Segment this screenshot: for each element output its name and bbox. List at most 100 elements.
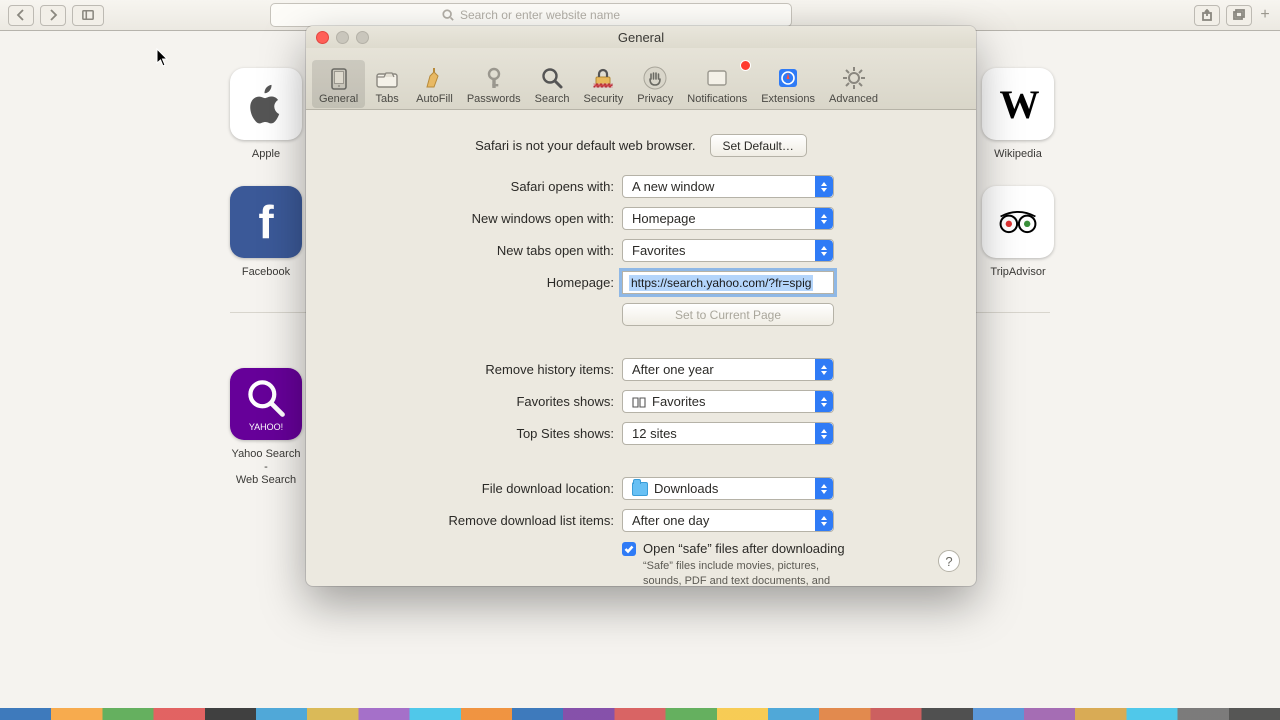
sidebar-button[interactable] <box>72 5 104 26</box>
key-icon <box>479 64 509 92</box>
tab-general[interactable]: General <box>312 60 365 108</box>
window-title: General <box>306 30 976 45</box>
chevron-updown-icon <box>815 359 833 380</box>
titlebar[interactable]: General <box>306 26 976 48</box>
lock-icon <box>588 64 618 92</box>
select-value: A new window <box>632 179 714 194</box>
tab-label: Search <box>535 93 570 105</box>
select-value: Downloads <box>654 481 718 496</box>
book-icon <box>632 396 646 407</box>
search-icon <box>442 9 454 21</box>
tab-search[interactable]: Search <box>528 60 577 108</box>
tab-notifications[interactable]: Notifications <box>680 60 754 108</box>
notifications-icon <box>702 64 732 92</box>
share-button[interactable] <box>1194 5 1220 26</box>
new-tabs-label: New tabs open with: <box>334 243 614 258</box>
dock[interactable] <box>0 708 1280 720</box>
tab-label: Tabs <box>376 93 399 105</box>
favorite-facebook[interactable]: f Facebook <box>230 186 302 279</box>
select-value: After one day <box>632 513 709 528</box>
tab-tabs[interactable]: Tabs <box>365 60 409 108</box>
open-safe-files-checkbox[interactable] <box>622 542 636 556</box>
default-browser-message: Safari is not your default web browser. <box>475 138 695 153</box>
new-windows-select[interactable]: Homepage <box>622 207 834 230</box>
wikipedia-logo-icon: W <box>982 68 1054 140</box>
preferences-window: General General Tabs AutoFill Passwords … <box>306 26 976 586</box>
chevron-updown-icon <box>815 240 833 261</box>
tab-label: Privacy <box>637 93 673 105</box>
notification-badge-icon <box>740 60 751 71</box>
tab-autofill[interactable]: AutoFill <box>409 60 460 108</box>
opens-with-label: Safari opens with: <box>334 179 614 194</box>
favorites-shows-select[interactable]: Favorites <box>622 390 834 413</box>
tab-label: Notifications <box>687 93 747 105</box>
pen-icon <box>419 64 449 92</box>
chevron-updown-icon <box>815 478 833 499</box>
homepage-field[interactable]: https://search.yahoo.com/?fr=spig <box>622 271 834 294</box>
favorite-label: Yahoo Search - Web Search <box>230 448 302 488</box>
download-location-select[interactable]: Downloads <box>622 477 834 500</box>
favorite-tripadvisor[interactable]: TripAdvisor <box>982 186 1054 279</box>
tab-passwords[interactable]: Passwords <box>460 60 528 108</box>
chevron-updown-icon <box>815 176 833 197</box>
favorites-shows-label: Favorites shows: <box>334 394 614 409</box>
select-value: After one year <box>632 362 714 377</box>
facebook-logo-icon: f <box>258 195 273 249</box>
topsites-label: Top Sites shows: <box>334 426 614 441</box>
tab-privacy[interactable]: Privacy <box>630 60 680 108</box>
set-to-current-page-button[interactable]: Set to Current Page <box>622 303 834 326</box>
chevron-updown-icon <box>815 208 833 229</box>
tabs-icon <box>372 64 402 92</box>
select-value: Favorites <box>652 394 705 409</box>
folder-icon <box>632 482 648 496</box>
favorite-wikipedia[interactable]: W Wikipedia <box>982 68 1054 161</box>
yahoo-logo-icon: YAHOO! <box>230 368 302 440</box>
topsites-select[interactable]: 12 sites <box>622 422 834 445</box>
remove-history-select[interactable]: After one year <box>622 358 834 381</box>
set-default-button[interactable]: Set Default… <box>710 134 807 157</box>
tab-label: Advanced <box>829 93 878 105</box>
remove-downloads-select[interactable]: After one day <box>622 509 834 532</box>
new-tab-button[interactable]: + <box>1258 6 1272 24</box>
download-location-label: File download location: <box>334 481 614 496</box>
select-value: Favorites <box>632 243 685 258</box>
tab-security[interactable]: Security <box>576 60 630 108</box>
favorite-label: TripAdvisor <box>990 266 1045 279</box>
tab-advanced[interactable]: Advanced <box>822 60 885 108</box>
new-tabs-select[interactable]: Favorites <box>622 239 834 262</box>
safe-files-hint: “Safe” files include movies, pictures, s… <box>643 559 845 586</box>
apple-logo-icon <box>244 82 288 126</box>
tab-label: Extensions <box>761 93 815 105</box>
preferences-toolbar: General Tabs AutoFill Passwords Search S… <box>306 48 976 110</box>
chevron-updown-icon <box>815 423 833 444</box>
gear-icon <box>839 64 869 92</box>
select-value: Homepage <box>632 211 696 226</box>
help-button[interactable]: ? <box>938 550 960 572</box>
preferences-body: Safari is not your default web browser. … <box>306 110 976 586</box>
tab-label: AutoFill <box>416 93 453 105</box>
tab-extensions[interactable]: Extensions <box>754 60 822 108</box>
remove-history-label: Remove history items: <box>334 362 614 377</box>
remove-downloads-label: Remove download list items: <box>334 513 614 528</box>
tabs-button[interactable] <box>1226 5 1252 26</box>
opens-with-select[interactable]: A new window <box>622 175 834 198</box>
favorite-label: Facebook <box>242 266 290 279</box>
favorite-yahoo[interactable]: YAHOO! Yahoo Search - Web Search <box>230 368 302 488</box>
favorite-apple[interactable]: Apple <box>230 68 302 161</box>
forward-button[interactable] <box>40 5 66 26</box>
homepage-label: Homepage: <box>334 275 614 290</box>
address-bar[interactable]: Search or enter website name <box>270 3 792 27</box>
favorite-label: Apple <box>252 148 280 161</box>
tab-label: General <box>319 93 358 105</box>
tab-label: Security <box>583 93 623 105</box>
favorite-label: Wikipedia <box>994 148 1042 161</box>
hand-icon <box>640 64 670 92</box>
back-button[interactable] <box>8 5 34 26</box>
select-value: 12 sites <box>632 426 677 441</box>
homepage-value: https://search.yahoo.com/?fr=spig <box>629 275 813 291</box>
new-windows-label: New windows open with: <box>334 211 614 226</box>
tripadvisor-logo-icon <box>996 200 1040 244</box>
search-icon <box>537 64 567 92</box>
open-safe-files-label: Open “safe” files after downloading <box>643 541 845 556</box>
address-placeholder: Search or enter website name <box>460 8 620 22</box>
